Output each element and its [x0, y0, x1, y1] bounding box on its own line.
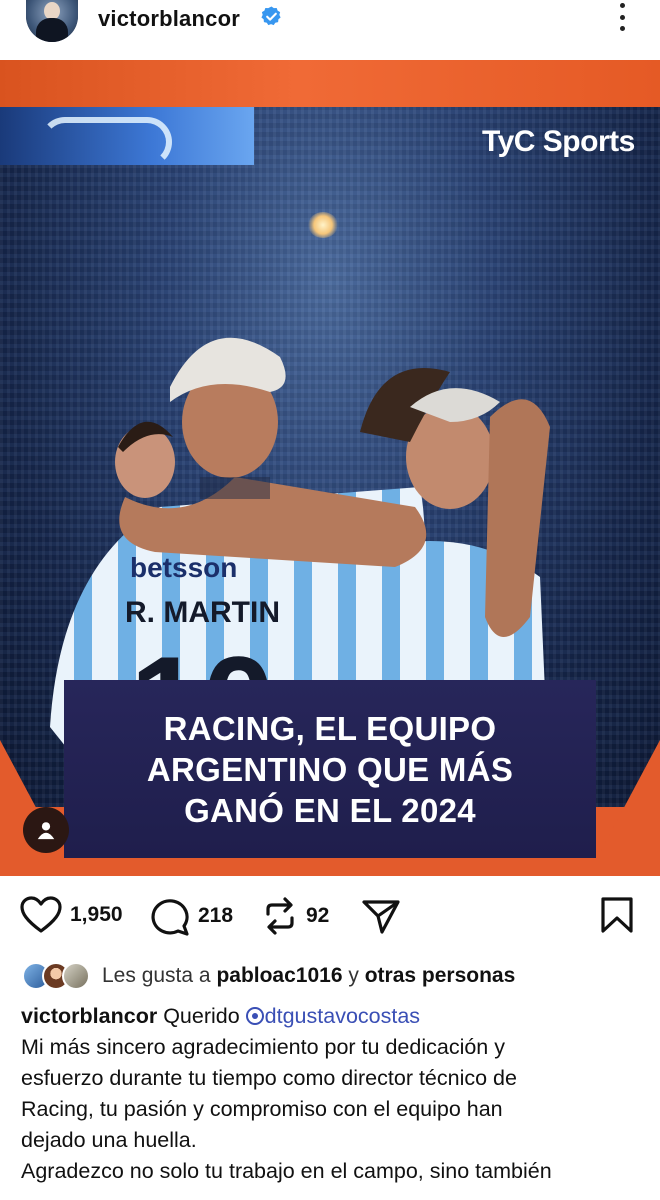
caption-line: Racing, tu pasión y compromiso con el eq…	[21, 1097, 503, 1121]
liker-avatar	[62, 962, 90, 990]
caption-username[interactable]: victorblancor	[21, 1004, 157, 1028]
person-icon	[37, 822, 55, 840]
jersey-sponsor: betsson	[130, 552, 237, 583]
caption-line: Agradezco no solo tu trabajo en el campo…	[21, 1159, 552, 1183]
caption-line: Mi más sincero agradecimiento por tu ded…	[21, 1035, 505, 1059]
corner-accent-right	[596, 740, 660, 860]
user-tag-button[interactable]	[23, 807, 69, 853]
post-caption: victorblancor Querido dtgustavocostas Mi…	[21, 1001, 641, 1187]
caption-line: dejado una huella.	[21, 1128, 197, 1152]
mention-handle: dtgustavocostas	[264, 1004, 421, 1028]
post-header: victorblancor	[0, 0, 660, 60]
stadium-light	[308, 212, 338, 238]
likes-count: 1,950	[70, 903, 123, 926]
threads-mention-icon	[245, 1007, 264, 1025]
verified-badge-icon	[261, 6, 281, 26]
like-button[interactable]: 1,950	[20, 896, 123, 934]
repost-icon	[266, 897, 294, 935]
tyc-sports-logo: TyC Sports	[482, 125, 635, 158]
headline-line-3: GANÓ EN EL 2024	[184, 791, 476, 829]
liker-username[interactable]: pabloac1016	[216, 964, 342, 987]
post-image[interactable]: TyC Sports R. MARTIN betsson RACING, EL …	[0, 60, 660, 876]
bookmark-icon	[601, 897, 633, 933]
likes-joiner: y	[348, 964, 359, 987]
share-button[interactable]	[361, 896, 401, 936]
more-options-icon[interactable]	[610, 2, 634, 32]
likes-summary[interactable]: Les gusta a pabloac1016 y otras personas	[22, 956, 515, 996]
bookmark-button[interactable]	[600, 896, 634, 934]
bottom-band	[0, 858, 660, 876]
repost-button[interactable]: 92	[262, 896, 329, 936]
username[interactable]: victorblancor	[98, 6, 240, 32]
comment-icon	[151, 899, 189, 936]
send-icon	[362, 900, 400, 934]
likes-prefix: Les gusta a	[102, 964, 211, 987]
stadium-screen	[0, 107, 254, 167]
caption-line: esfuerzo durante tu tiempo como director…	[21, 1066, 517, 1090]
headline-line-1: RACING, EL EQUIPO	[163, 709, 497, 747]
avatar[interactable]	[26, 0, 78, 42]
caption-first-line: victorblancor Querido dtgustavocostas	[21, 1001, 641, 1032]
headline-box: RACING, EL EQUIPO ARGENTINO QUE MÁS GANÓ…	[64, 680, 596, 858]
likes-others-link[interactable]: otras personas	[365, 964, 516, 987]
action-bar: 1,950 218 92	[0, 880, 660, 952]
reposts-count: 92	[306, 904, 330, 927]
comments-count: 218	[198, 904, 234, 927]
top-band	[0, 60, 660, 107]
jersey-name: R. MARTIN	[125, 596, 280, 629]
caption-mention[interactable]: dtgustavocostas	[245, 1004, 421, 1028]
caption-greeting: Querido	[163, 1004, 240, 1028]
comment-button[interactable]: 218	[150, 896, 233, 936]
headline-line-2: ARGENTINO QUE MÁS	[146, 750, 514, 788]
heart-icon	[20, 896, 62, 933]
likes-text: Les gusta a pabloac1016 y otras personas	[102, 964, 515, 988]
